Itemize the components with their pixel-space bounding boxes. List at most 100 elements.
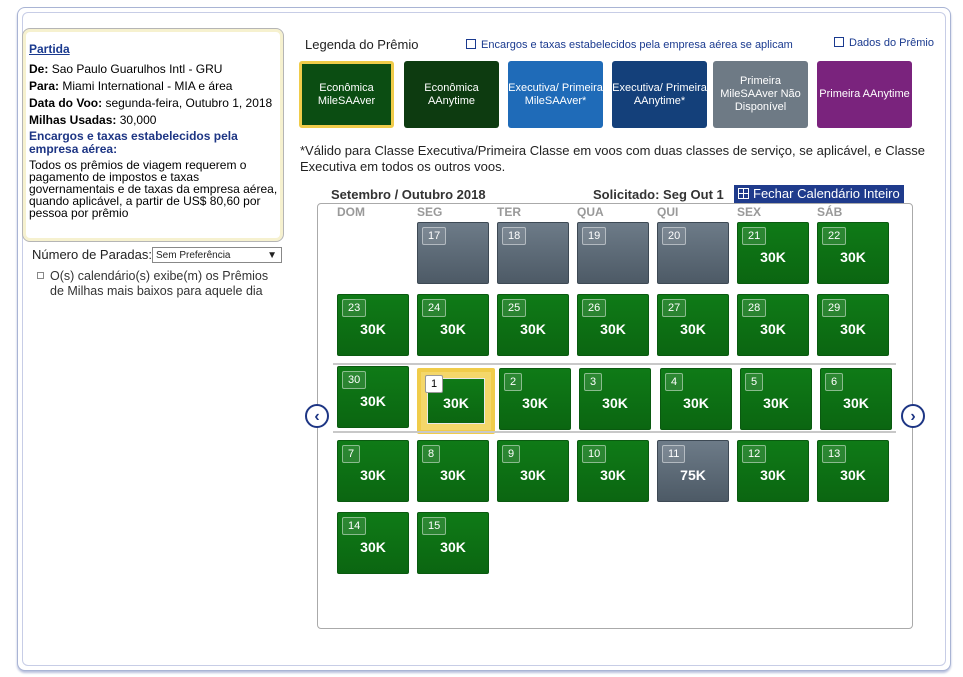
calendar-day[interactable]: 23 30K (337, 294, 409, 356)
miles-value: 30,000 (119, 113, 157, 127)
day-number: 3 (584, 373, 603, 391)
legend-item[interactable]: Econômica AAnytime (404, 61, 499, 128)
calendar-day[interactable]: 9 30K (497, 440, 569, 502)
calendar-day[interactable]: 8 30K (417, 440, 489, 502)
day-number: 4 (665, 373, 684, 391)
legend-title: Legenda do Prêmio (305, 37, 419, 52)
legend-item[interactable]: Econômica MileSAAver (299, 61, 394, 128)
date-value: segunda-feira, Outubro 1, 2018 (105, 96, 273, 110)
calendar-day-selected[interactable]: 1 30K (417, 368, 495, 434)
day-number: 12 (742, 445, 767, 463)
chevron-left-icon: ‹ (314, 408, 320, 425)
to-label: Para: (29, 79, 60, 93)
calendar-day[interactable]: 4 30K (660, 368, 732, 430)
calendar-day[interactable]: 7 30K (337, 440, 409, 502)
calendar-day[interactable]: 18 (497, 222, 569, 284)
calendar-day[interactable]: 17 (417, 222, 489, 284)
day-number: 15 (422, 517, 447, 535)
stops-dropdown-value: Sem Preferência (156, 250, 231, 261)
to-value: Miami International - MIA e área (62, 79, 233, 93)
external-link-icon (466, 39, 476, 49)
day-miles-value: 30K (360, 539, 386, 555)
day-number: 6 (825, 373, 844, 391)
stops-dropdown[interactable]: Sem Preferência ▼ (152, 247, 282, 263)
day-miles-value: 30K (840, 249, 866, 265)
week-divider (333, 431, 896, 433)
calendar-day[interactable]: 21 30K (737, 222, 809, 284)
day-of-week-header: TER (497, 205, 521, 219)
day-miles-value: 30K (683, 395, 709, 411)
day-of-week-header: QUA (577, 205, 604, 219)
day-miles-value: 30K (440, 539, 466, 555)
legend-item[interactable]: Executiva/ Primeira AAnytime* (612, 61, 707, 128)
day-number: 22 (822, 227, 847, 245)
week-divider (333, 363, 896, 365)
day-number: 27 (662, 299, 687, 317)
day-number: 1 (425, 375, 444, 393)
day-of-week-header: SÁB (817, 205, 843, 219)
calendar-day[interactable]: 10 30K (577, 440, 649, 502)
departure-link[interactable]: Partida (29, 42, 70, 56)
legend-item[interactable]: Primeira MileSAAver Não Disponível (713, 61, 808, 128)
calendar-day[interactable]: 13 30K (817, 440, 889, 502)
day-miles-value: 30K (760, 467, 786, 483)
day-miles-value: 30K (843, 395, 869, 411)
day-number: 30 (342, 371, 367, 389)
calendar-day[interactable]: 29 30K (817, 294, 889, 356)
trip-summary: Partida De: Sao Paulo Guarulhos Intl - G… (22, 28, 284, 242)
day-of-week-header: SEG (417, 205, 443, 219)
day-number: 24 (422, 299, 447, 317)
day-miles-value: 30K (760, 321, 786, 337)
prev-week-button[interactable]: ‹ (305, 404, 329, 428)
day-number: 26 (582, 299, 607, 317)
fees-link[interactable]: Encargos e taxas estabelecidos pela empr… (466, 38, 793, 51)
calendar-day[interactable]: 15 30K (417, 512, 489, 574)
day-number: 18 (502, 227, 527, 245)
day-number: 10 (582, 445, 607, 463)
class-note: *Válido para Classe Executiva/Primeira C… (300, 143, 925, 174)
calendar-day[interactable]: 12 30K (737, 440, 809, 502)
external-link-icon (834, 37, 844, 47)
calendar-day[interactable]: 6 30K (820, 368, 892, 430)
checkbox-icon[interactable] (37, 272, 44, 279)
requested-date: Solicitado: Seg Out 1 (593, 187, 724, 202)
legend-item[interactable]: Primeira AAnytime (817, 61, 912, 128)
day-miles-value: 30K (840, 321, 866, 337)
calendar-day[interactable]: 14 30K (337, 512, 409, 574)
next-week-button[interactable]: › (901, 404, 925, 428)
day-number: 20 (662, 227, 687, 245)
day-miles-value: 30K (360, 467, 386, 483)
day-number: 25 (502, 299, 527, 317)
calendar-note-text: O(s) calendário(s) exibe(m) os Prêmios d… (50, 269, 269, 298)
calendar-day[interactable]: 28 30K (737, 294, 809, 356)
stops-selector: Número de Paradas: Sem Preferência ▼ (32, 247, 282, 263)
calendar-day[interactable]: 11 75K (657, 440, 729, 502)
calendar-day[interactable]: 26 30K (577, 294, 649, 356)
day-number: 23 (342, 299, 367, 317)
legend-item[interactable]: Executiva/ Primeira MileSAAver* (508, 61, 603, 128)
calendar-day[interactable]: 22 30K (817, 222, 889, 284)
day-number: 7 (342, 445, 361, 463)
calendar-day[interactable]: 27 30K (657, 294, 729, 356)
calendar-day[interactable]: 5 30K (740, 368, 812, 430)
calendar-day[interactable]: 2 30K (499, 368, 571, 430)
calendar-day[interactable]: 19 (577, 222, 649, 284)
calendar-day[interactable]: 20 (657, 222, 729, 284)
calendar-day[interactable]: 30 30K (337, 366, 409, 428)
day-miles-value: 30K (840, 467, 866, 483)
day-miles-value: 30K (440, 321, 466, 337)
day-number: 9 (502, 445, 521, 463)
day-miles-value: 30K (760, 249, 786, 265)
calendar-day[interactable]: 3 30K (579, 368, 651, 430)
calendar-note: O(s) calendário(s) exibe(m) os Prêmios d… (37, 269, 283, 299)
day-miles-value: 75K (680, 467, 706, 483)
calendar-day[interactable]: 25 30K (497, 294, 569, 356)
close-calendar-button[interactable]: Fechar Calendário Inteiro (734, 185, 904, 203)
day-number: 17 (422, 227, 447, 245)
from-label: De: (29, 62, 49, 76)
fees-text: Todos os prêmios de viagem requerem o pa… (29, 158, 278, 220)
day-miles-value: 30K (600, 467, 626, 483)
stops-label: Número de Paradas: (32, 247, 152, 262)
award-details-link[interactable]: Dados do Prêmio (834, 36, 934, 49)
calendar-day[interactable]: 24 30K (417, 294, 489, 356)
